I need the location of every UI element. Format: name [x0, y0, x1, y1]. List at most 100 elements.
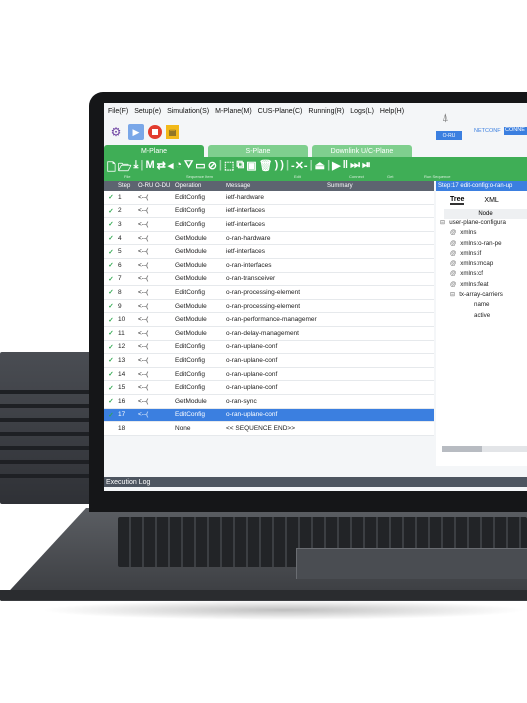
table-row[interactable]: ✓ 2 <--(EditConfig ietf-interfaces	[104, 204, 434, 219]
vent	[0, 432, 92, 436]
stop-icon[interactable]	[148, 125, 162, 139]
table-row[interactable]: ✓ 11 <--(GetModule o-ran-delay-management	[104, 326, 434, 341]
detail-header: Step:17 edit-config:o-ran-up	[436, 181, 527, 191]
table-row[interactable]: ✓ 16 <--(GetModule o-ran-sync	[104, 394, 434, 409]
bracket-left-icon[interactable]: )	[275, 159, 279, 178]
menu-item[interactable]: Setup(e)	[134, 108, 161, 115]
tab-s-plane[interactable]: S-Plane	[208, 145, 308, 157]
download-icon[interactable]: ⤓	[134, 159, 139, 178]
message-cell: o-ran-uplane-conf	[226, 356, 278, 364]
copy-icon[interactable]: ⧉	[236, 159, 244, 178]
message-cell: ietf-interfaces	[226, 207, 266, 215]
tree-node-prefix: ⊟	[440, 219, 446, 226]
menu-item[interactable]: CUS-Plane(C)	[258, 108, 303, 115]
direction-cell: <--(	[138, 275, 149, 283]
run-icon[interactable]: ▶	[332, 159, 340, 178]
table-row[interactable]: ✓ 15 <--(EditConfig o-ran-uplane-conf	[104, 381, 434, 395]
tab-m-plane[interactable]: M-Plane	[104, 145, 204, 157]
tree-node[interactable]: @ xmlns:cf	[436, 270, 527, 280]
gear-icon[interactable]: ⚙	[108, 124, 124, 140]
table-row[interactable]: ✓ 8 <--(EditConfig o-ran-processing-element	[104, 286, 434, 300]
operation-cell: GetModule	[175, 275, 207, 283]
table-row[interactable]: ✓ 4 <--(GetModule o-ran-hardware	[104, 231, 434, 246]
menu-item[interactable]: M-Plane(M)	[215, 108, 252, 115]
m-icon[interactable]: M	[145, 159, 154, 178]
menu-item[interactable]: Help(H)	[380, 108, 404, 115]
status-bar[interactable]: Execution Log	[104, 477, 527, 487]
table-row[interactable]: ✓ 1 <--(EditConfig ietf-hardware	[104, 191, 434, 205]
status-check-icon: ✓	[108, 330, 114, 338]
operation-cell: EditConfig	[175, 343, 205, 351]
bracket-right-icon[interactable]: )	[280, 159, 284, 178]
menu-item[interactable]: Logs(L)	[350, 108, 374, 115]
direction-cell: <--(	[138, 370, 149, 378]
table-row[interactable]: ✓ 12 <--(EditConfig o-ran-uplane-conf	[104, 340, 434, 355]
delete-icon[interactable]: 🗑	[259, 159, 273, 178]
tree-node-prefix: @	[450, 229, 457, 237]
select-icon[interactable]: ⬚	[224, 159, 234, 178]
tree-node[interactable]: ⊟ tx-array-carriers	[436, 291, 527, 301]
direction-cell: <--(	[138, 356, 149, 364]
tree-node[interactable]: @ xmlns:o-ran-pe	[436, 240, 527, 250]
swap-icon[interactable]: ⇄	[157, 159, 166, 178]
direction-cell: <--(	[138, 302, 149, 310]
new-file-icon[interactable]: 🗋	[107, 159, 116, 178]
step-cell: 3	[118, 220, 122, 228]
status-check-icon: ✓	[108, 343, 114, 351]
tree-node-label: xmlns:mcap	[460, 260, 494, 268]
play-icon[interactable]: ▶	[128, 124, 144, 140]
tree-node[interactable]: @ xmlns:if	[436, 250, 527, 260]
tab-xml[interactable]: XML	[484, 197, 498, 204]
arrow-left-icon[interactable]: ◂	[168, 159, 174, 178]
tree-node[interactable]: ⊟ user-plane-configura	[436, 219, 527, 229]
tree-node[interactable]: active	[436, 312, 527, 322]
header-direction[interactable]: O-RU O-DU	[138, 183, 175, 189]
tab-tree[interactable]: Tree	[450, 196, 465, 205]
direction-cell: <--(	[138, 329, 149, 337]
menu-item[interactable]: Simulation(S)	[167, 108, 209, 115]
step-cell: 17	[118, 411, 126, 419]
tree-node-label: tx-array-carriers	[459, 291, 503, 299]
direction-cell: <--(	[138, 261, 149, 269]
tree-node-prefix: ⊟	[450, 291, 456, 299]
table-row[interactable]: ✓ 3 <--(EditConfig ietf-interfaces	[104, 218, 434, 232]
message-cell: ietf-hardware	[226, 193, 264, 201]
table-row[interactable]: ✓ 14 <--(EditConfig o-ran-uplane-conf	[104, 367, 434, 382]
app-window: File(F) Setup(e) Simulation(S) M-Plane(M) CU…	[104, 103, 527, 491]
table-row[interactable]: ✓ 10 <--(GetModule o-ran-performance-manage…	[104, 313, 434, 327]
message-cell: o-ran-hardware	[226, 234, 271, 242]
horizontal-scrollbar[interactable]	[442, 446, 527, 452]
tab-downlink-u-c-plane[interactable]: Downlink U/C-Plane	[312, 145, 412, 157]
get-icon[interactable]: ⏏	[315, 159, 325, 178]
header-summary[interactable]: Summary	[327, 183, 434, 189]
table-row[interactable]: ✓ 13 <--(EditConfig o-ran-uplane-conf	[104, 354, 434, 368]
step-cell: 9	[118, 302, 122, 310]
message-cell: o-ran-uplane-conf	[226, 370, 278, 378]
header-operation[interactable]: Operation	[175, 183, 226, 189]
tree-node[interactable]: @ xmlns:mcap	[436, 260, 527, 270]
tree-node[interactable]: @ xmlns:feat	[436, 281, 527, 291]
operation-cell: GetModule	[175, 261, 207, 269]
table-header: Step O-RU O-DU Operation Message Summary	[104, 181, 434, 191]
menu-item[interactable]: File(F)	[108, 108, 128, 115]
header-step[interactable]: Step	[118, 183, 138, 189]
table-row[interactable]: ✓ 6 <--(GetModule o-ran-interfaces	[104, 258, 434, 273]
table-row[interactable]: ✓ 7 <--(GetModule o-ran-transceiver	[104, 272, 434, 287]
step-cell: 10	[118, 316, 126, 324]
operation-cell: GetModule	[175, 316, 207, 324]
tree-node[interactable]: name	[436, 301, 527, 311]
paste-icon[interactable]: ▣	[246, 159, 256, 178]
menu-item[interactable]: Running(R)	[308, 108, 344, 115]
table-row[interactable]: 18 None << SEQUENCE END>>	[104, 422, 434, 436]
table-row[interactable]: ✓ 17 <--(EditConfig o-ran-uplane-conf	[104, 408, 434, 423]
timer-icon[interactable]: ◔	[175, 159, 182, 178]
table-row[interactable]: ✓ 9 <--(GetModule o-ran-processing-element	[104, 299, 434, 314]
table-row[interactable]: ✓ 5 <--(GetModule ietf-interfaces	[104, 245, 434, 259]
tree-node-prefix: @	[450, 249, 457, 257]
tree-node[interactable]: @ xmlns	[436, 229, 527, 239]
pause-icon[interactable]: ‖	[343, 159, 348, 178]
header-message[interactable]: Message	[226, 183, 327, 189]
vent	[0, 390, 92, 394]
report-icon[interactable]: ▤	[166, 125, 179, 139]
operation-cell: GetModule	[175, 234, 207, 242]
